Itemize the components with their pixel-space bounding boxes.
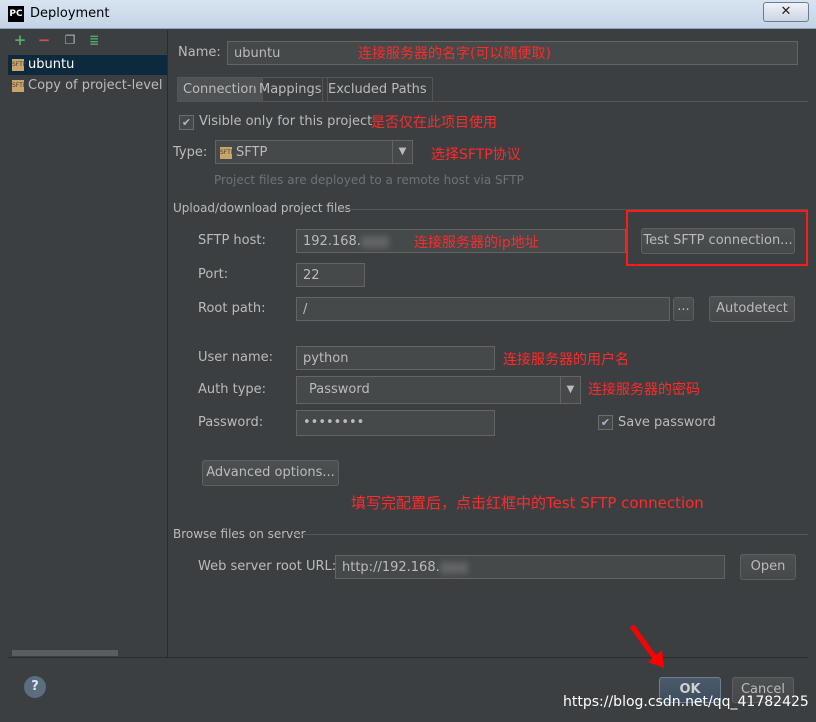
visible-only-label: Visible only for this project (199, 114, 373, 129)
name-label: Name: (178, 45, 221, 60)
server-item-label: ubuntu (28, 57, 75, 72)
server-list-toolbar: + − ❐ ≣ (8, 30, 167, 52)
port-label: Port: (198, 267, 229, 282)
browse-button[interactable]: ... (673, 297, 694, 321)
save-password-checkbox[interactable]: ✔ (598, 415, 613, 430)
annotation-name: 连接服务器的名字(可以随便取) (358, 46, 551, 62)
autodetect-button[interactable]: Autodetect (709, 296, 795, 322)
server-list-panel: + − ❐ ≣ SFTP ubuntu SFTP Copy of project-l… (8, 30, 168, 658)
auth-type-select[interactable]: Password ▼ (296, 376, 581, 404)
auth-type-label: Auth type: (198, 382, 267, 397)
app-logo: PC (8, 6, 24, 22)
chevron-down-icon: ▼ (560, 377, 580, 403)
upload-section-title: Upload/download project files (173, 201, 351, 215)
password-input[interactable]: •••••••• (296, 410, 495, 436)
type-label: Type: (173, 145, 208, 160)
annotation-visible: 是否仅在此项目使用 (371, 115, 497, 131)
sftp-host-value: 192.168. (303, 234, 361, 249)
redacted-blur (439, 561, 468, 574)
type-select[interactable]: SFTP SFTP ▼ (215, 140, 413, 164)
add-icon[interactable]: + (12, 32, 28, 48)
sftp-icon: SFTP (12, 58, 26, 71)
server-item-ubuntu[interactable]: SFTP ubuntu (8, 55, 167, 75)
sftp-icon: SFTP (220, 146, 234, 159)
root-path-label: Root path: (198, 301, 266, 316)
web-root-input[interactable]: http://192.168. (335, 555, 725, 579)
open-button[interactable]: Open (740, 554, 796, 580)
annotation-instruction: 填写完配置后，点击红框中的Test SFTP connection (351, 494, 704, 512)
chevron-down-icon: ▼ (392, 140, 412, 164)
remove-icon[interactable]: − (36, 32, 52, 48)
browse-section-title: Browse files on server (173, 527, 306, 541)
web-root-value: http://192.168. (342, 560, 440, 575)
visible-only-checkbox[interactable]: ✔ (179, 115, 194, 130)
sftp-icon: SFTP (12, 79, 26, 92)
save-password-label: Save password (618, 415, 716, 430)
close-button[interactable]: ✕ (763, 2, 809, 22)
browse-section-divider (294, 534, 808, 535)
tab-divider (177, 101, 808, 102)
type-hint: Project files are deployed to a remote h… (214, 173, 524, 187)
red-arrow-icon (629, 624, 664, 668)
help-icon[interactable]: ? (24, 676, 46, 698)
server-item-label: Copy of project-level se (28, 78, 167, 93)
annotation-user: 连接服务器的用户名 (503, 352, 629, 368)
tab-connection[interactable]: Connection (177, 77, 263, 102)
tab-excluded-paths[interactable]: Excluded Paths (322, 77, 433, 102)
annotation-host: 连接服务器的ip地址 (414, 235, 539, 251)
password-label: Password: (198, 415, 264, 430)
user-name-label: User name: (198, 350, 274, 365)
port-input[interactable]: 22 (296, 263, 365, 287)
type-value: SFTP (236, 145, 268, 160)
window-titlebar: PC Deployment ✕ (0, 0, 816, 29)
user-name-input[interactable]: python (296, 346, 495, 370)
auth-type-value: Password (309, 382, 370, 397)
advanced-options-button[interactable]: Advanced options... (202, 460, 339, 486)
sftp-host-label: SFTP host: (198, 233, 266, 248)
redacted-blur (360, 235, 389, 248)
footer-divider (8, 657, 808, 658)
highlight-box (626, 210, 808, 266)
annotation-password: 连接服务器的密码 (588, 382, 700, 398)
server-item-copy[interactable]: SFTP Copy of project-level se (8, 76, 167, 96)
root-path-input[interactable]: / (296, 297, 670, 321)
sidebar-scrollbar[interactable] (12, 650, 118, 656)
window-title: Deployment (30, 6, 110, 21)
tab-mappings[interactable]: Mappings (253, 77, 328, 102)
annotation-type: 选择SFTP协议 (431, 147, 521, 163)
watermark: https://blog.csdn.net/qq_41782425 (563, 694, 809, 710)
web-root-label: Web server root URL: (198, 559, 337, 574)
default-icon[interactable]: ≣ (86, 32, 102, 48)
copy-icon[interactable]: ❐ (62, 32, 78, 48)
